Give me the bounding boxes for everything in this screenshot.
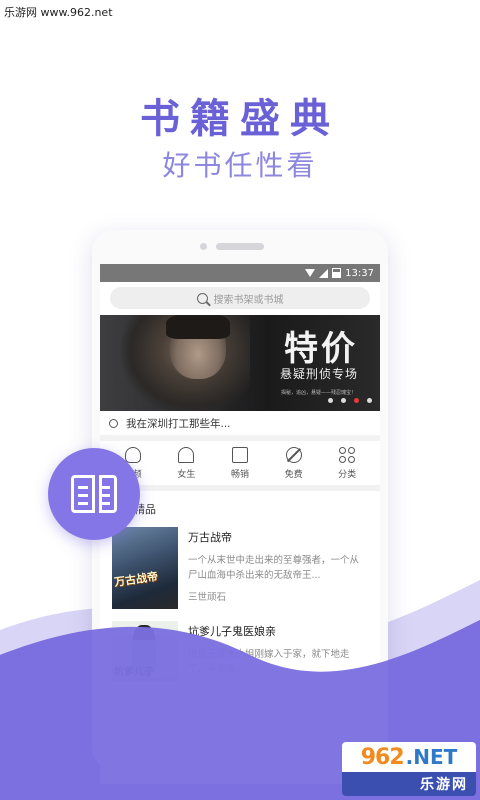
book-cover: 坑爹儿子 <box>112 621 178 681</box>
section-title: 主打精品 <box>100 491 380 521</box>
watermark-logo: 962 .NET 乐游网 <box>342 742 476 796</box>
category-label: 女生 <box>177 469 196 480</box>
search-input[interactable]: 搜索书架或书城 <box>110 287 370 309</box>
watermark-label: 乐游网 <box>342 772 476 796</box>
app-screen: 13:37 搜索书架或书城 特价 悬疑刑侦专场 揭秘，追凶，悬疑——残忍瑰宝！ … <box>100 264 380 784</box>
search-bar-container: 搜索书架或书城 <box>100 282 380 315</box>
carousel-dot[interactable] <box>328 398 333 403</box>
status-time: 13:37 <box>345 267 374 279</box>
banner-hair <box>166 315 230 339</box>
watermark-top: 乐游网 www.962.net <box>4 6 113 19</box>
category-all[interactable]: 分类 <box>327 441 367 485</box>
phone-camera <box>200 243 207 250</box>
free-icon <box>285 446 302 463</box>
search-icon <box>196 292 208 304</box>
book-item[interactable]: 坑爹儿子 坑爹儿子鬼医娘亲 听说玉家大小姐刚嫁入于家，就下地走了，半年后， <box>100 615 380 687</box>
book-icon <box>231 446 248 463</box>
notice-text: 我在深圳打工那些年... <box>126 417 231 430</box>
book-title: 万古战帝 <box>188 531 232 544</box>
search-placeholder: 搜索书架或书城 <box>213 294 284 306</box>
carousel-dots <box>328 398 372 403</box>
speaker-icon <box>109 418 118 428</box>
watermark-net: .NET <box>405 745 458 769</box>
book-item[interactable]: 万古战帝 万古战帝 一个从末世中走出来的至尊强者，一个从尸山血海中杀出来的无敌帝… <box>100 521 380 615</box>
book-description: 一个从末世中走出来的至尊强者，一个从尸山血海中杀出来的无敌帝王... <box>188 555 360 581</box>
book-info: 万古战帝 一个从末世中走出来的至尊强者，一个从尸山血海中杀出来的无敌帝王... … <box>188 527 368 609</box>
status-bar: 13:37 <box>100 264 380 282</box>
watermark-number: 962 <box>360 744 405 770</box>
promo-banner[interactable]: 特价 悬疑刑侦专场 揭秘，追凶，悬疑——残忍瑰宝！ <box>100 315 380 411</box>
category-bestseller[interactable]: 畅销 <box>220 441 260 485</box>
banner-small-text: 揭秘，追凶，悬疑——残忍瑰宝！ <box>280 390 356 396</box>
book-description: 听说玉家大小姐刚嫁入于家，就下地走了，半年后， <box>188 649 350 675</box>
carousel-dot[interactable] <box>341 398 346 403</box>
cover-title: 坑爹儿子 <box>114 667 154 678</box>
category-free[interactable]: 免费 <box>274 441 314 485</box>
cover-title: 万古战帝 <box>113 569 159 589</box>
signal-icon <box>319 268 329 278</box>
category-female[interactable]: 女生 <box>166 441 206 485</box>
hero-subtitle: 好书任性看 <box>162 149 318 182</box>
battery-icon <box>332 268 342 278</box>
carousel-dot[interactable] <box>367 398 372 403</box>
book-badge <box>48 448 140 540</box>
open-book-icon <box>71 475 117 513</box>
carousel-dot-active[interactable] <box>354 398 359 403</box>
category-label: 分类 <box>338 469 357 480</box>
category-label: 免费 <box>284 469 303 480</box>
book-author: 三世顽石 <box>188 592 227 603</box>
banner-title: 特价 <box>284 329 358 369</box>
phone-speaker <box>216 243 264 250</box>
banner-subtitle: 悬疑刑侦专场 <box>279 367 358 381</box>
wifi-icon <box>305 269 316 277</box>
male-icon <box>124 446 141 463</box>
book-info: 坑爹儿子鬼医娘亲 听说玉家大小姐刚嫁入于家，就下地走了，半年后， <box>188 621 368 681</box>
female-icon <box>178 446 195 463</box>
notice-bar[interactable]: 我在深圳打工那些年... <box>100 411 380 435</box>
grid-icon <box>339 446 356 463</box>
category-nav: 男频 女生 畅销 免费 分类 <box>100 441 380 485</box>
book-cover: 万古战帝 <box>112 527 178 609</box>
category-label: 畅销 <box>230 469 249 480</box>
book-title: 坑爹儿子鬼医娘亲 <box>188 625 276 638</box>
featured-section: 主打精品 万古战帝 万古战帝 一个从末世中走出来的至尊强者，一个从尸山血海中杀出… <box>100 491 380 731</box>
hero-title: 书籍盛典 <box>140 96 340 142</box>
